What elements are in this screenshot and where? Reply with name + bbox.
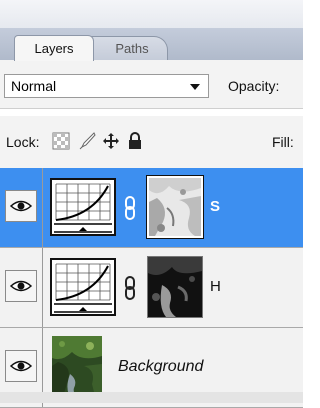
curves-icon: [54, 263, 112, 313]
eye-icon: [10, 200, 32, 212]
link-chain-icon[interactable]: [124, 196, 136, 220]
chevron-down-icon: [190, 84, 200, 90]
blend-options-bar: Normal Opacity:: [0, 60, 303, 109]
layer-row-s[interactable]: S: [0, 168, 303, 248]
lock-transparent-pixels-icon[interactable]: [52, 132, 70, 150]
layer-mask-thumbnail[interactable]: [147, 256, 203, 318]
layer-name-background[interactable]: Background: [118, 358, 203, 376]
background-thumbnail[interactable]: [52, 336, 102, 400]
fill-label: Fill:: [272, 134, 294, 150]
curves-adjustment-thumbnail[interactable]: [50, 178, 116, 236]
tab-paths[interactable]: Paths: [88, 36, 168, 60]
layer-name-s[interactable]: S: [210, 198, 220, 215]
visibility-toggle[interactable]: [5, 270, 37, 302]
curves-icon: [54, 183, 112, 233]
tab-paths-label: Paths: [115, 41, 149, 56]
lock-label: Lock:: [6, 134, 40, 150]
blend-mode-value: Normal: [11, 78, 57, 94]
panel-tab-bar: Paths Layers: [0, 28, 303, 61]
opacity-label: Opacity:: [228, 78, 280, 94]
layer-row-h[interactable]: H: [0, 248, 303, 328]
visibility-toggle[interactable]: [5, 190, 37, 222]
layer-name-h[interactable]: H: [210, 278, 221, 295]
eye-icon: [10, 360, 32, 372]
mask-image: [148, 257, 202, 317]
mask-image: [149, 178, 201, 236]
curves-adjustment-thumbnail[interactable]: [50, 258, 116, 316]
lock-options-bar: Lock: Fill:: [0, 116, 303, 169]
blend-mode-dropdown[interactable]: Normal: [4, 74, 209, 98]
tab-layers-label: Layers: [34, 41, 74, 56]
layer-mask-thumbnail[interactable]: [146, 175, 204, 239]
panel-top-band: [0, 0, 303, 28]
tab-layers[interactable]: Layers: [14, 35, 94, 61]
column-divider: [42, 248, 43, 327]
visibility-toggle[interactable]: [5, 350, 37, 382]
lock-image-pixels-icon[interactable]: [78, 132, 96, 150]
lock-all-icon[interactable]: [126, 132, 144, 150]
column-divider: [42, 168, 43, 247]
eye-icon: [10, 280, 32, 292]
lock-position-icon[interactable]: [102, 132, 120, 150]
panel-footer-strip: [0, 392, 303, 403]
link-chain-icon[interactable]: [124, 276, 136, 300]
